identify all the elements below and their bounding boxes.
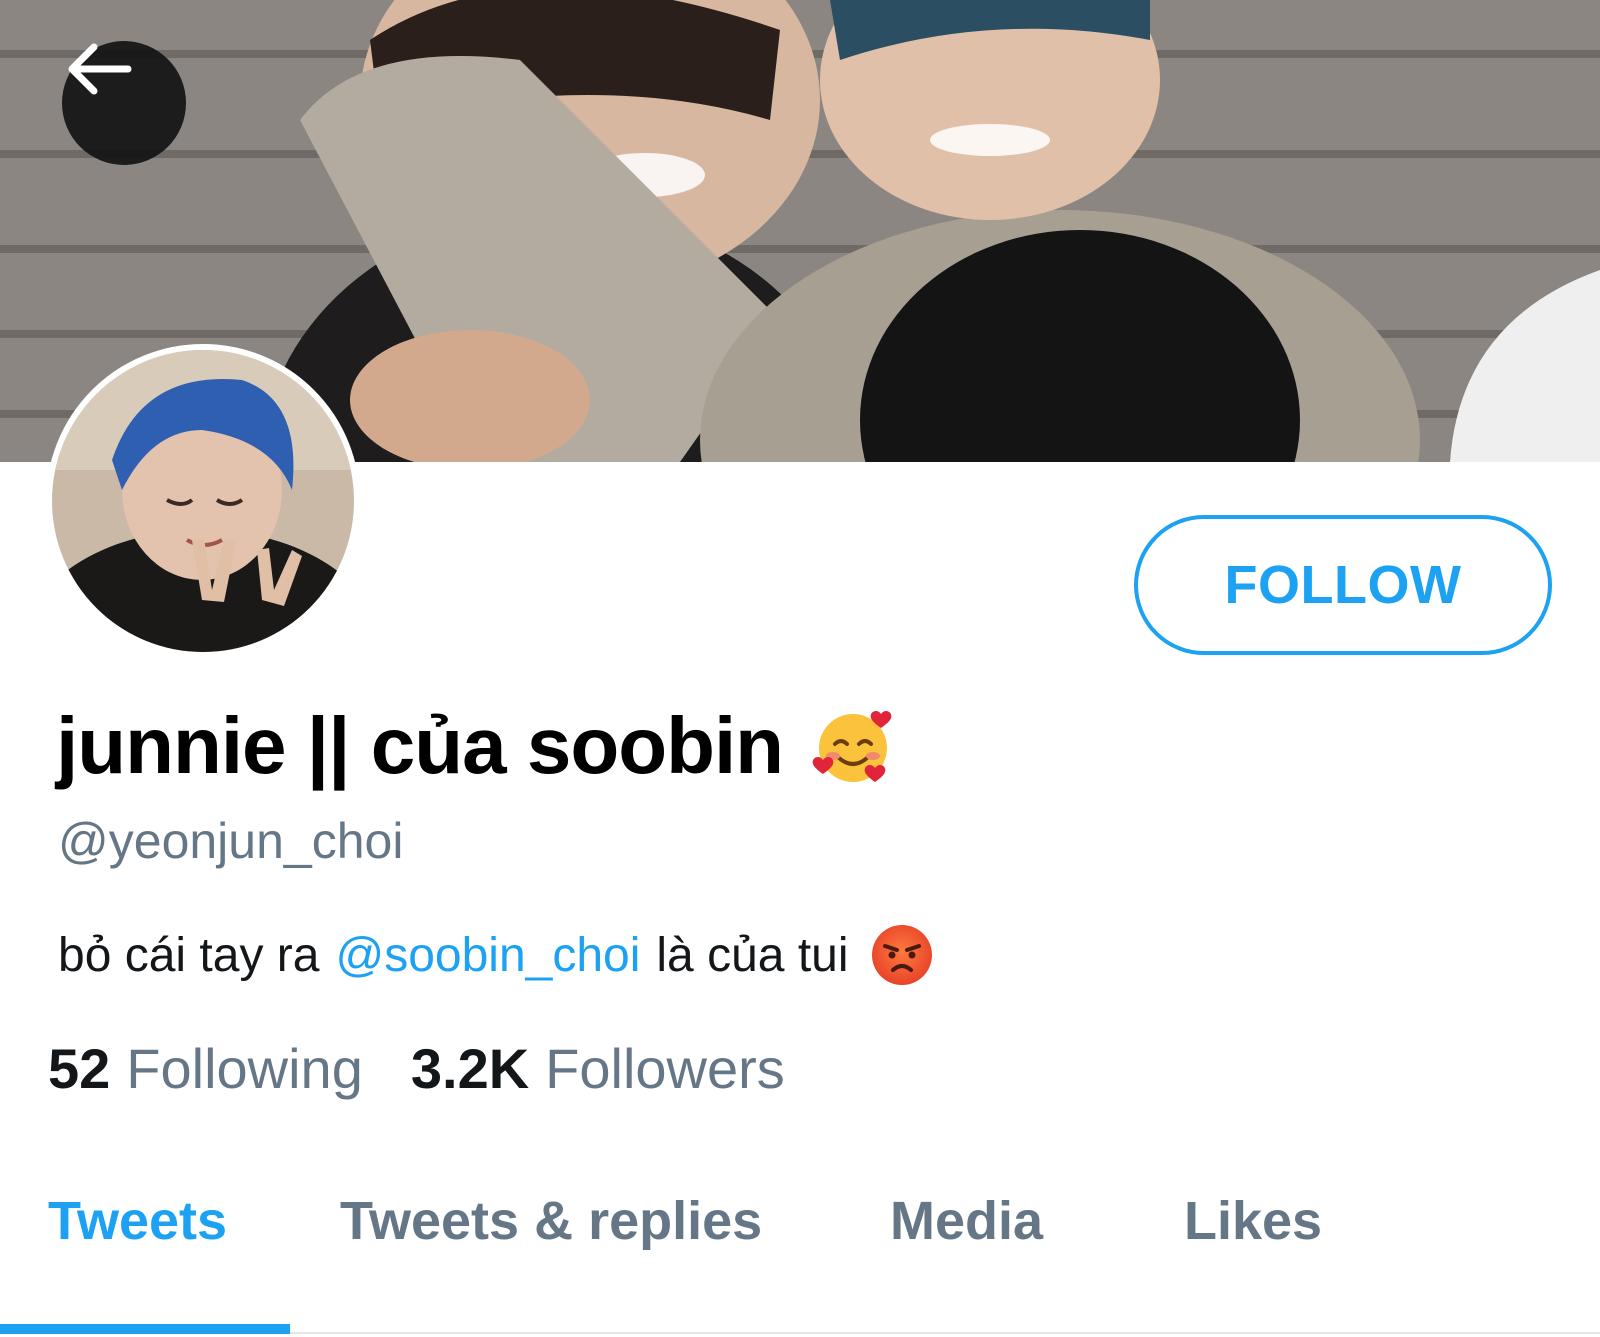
- following-label: Following: [126, 1037, 363, 1100]
- follow-button[interactable]: FOLLOW: [1134, 515, 1552, 655]
- avatar-photo: [52, 350, 354, 652]
- bio-text-suffix: là của tui: [656, 928, 849, 982]
- bio-text-prefix: bỏ cái tay ra: [58, 928, 320, 982]
- tab-media[interactable]: Media: [890, 1190, 1043, 1252]
- tab-tweets[interactable]: Tweets: [48, 1190, 227, 1252]
- follow-stats: 52 Following 3.2K Followers: [48, 1036, 785, 1101]
- bio-mention-link[interactable]: @soobin_choi: [335, 928, 640, 983]
- following-link[interactable]: 52 Following: [48, 1036, 363, 1101]
- tab-likes[interactable]: Likes: [1184, 1190, 1322, 1252]
- profile-page: FOLLOW junnie || của soobin @yeonjun_cho…: [0, 0, 1600, 1337]
- followers-count: 3.2K: [410, 1037, 530, 1100]
- arrow-left-icon: [68, 43, 132, 95]
- smiling-face-with-hearts-icon: [809, 702, 897, 790]
- profile-bio: bỏ cái tay ra @soobin_choi là của tui: [58, 922, 935, 988]
- back-button[interactable]: [62, 41, 186, 165]
- display-name: junnie || của soobin: [56, 700, 897, 792]
- active-tab-indicator: [0, 1324, 290, 1334]
- profile-tabs: Tweets Tweets & replies Media Likes: [0, 1160, 1600, 1337]
- display-name-text: junnie || của soobin: [56, 701, 784, 790]
- following-count: 52: [48, 1037, 111, 1100]
- tab-tweets-and-replies[interactable]: Tweets & replies: [340, 1190, 762, 1252]
- user-handle: @yeonjun_choi: [58, 813, 404, 869]
- profile-avatar[interactable]: [46, 344, 360, 658]
- followers-link[interactable]: 3.2K Followers: [411, 1036, 785, 1101]
- pouting-face-icon: [869, 922, 935, 988]
- followers-label: Followers: [545, 1037, 785, 1100]
